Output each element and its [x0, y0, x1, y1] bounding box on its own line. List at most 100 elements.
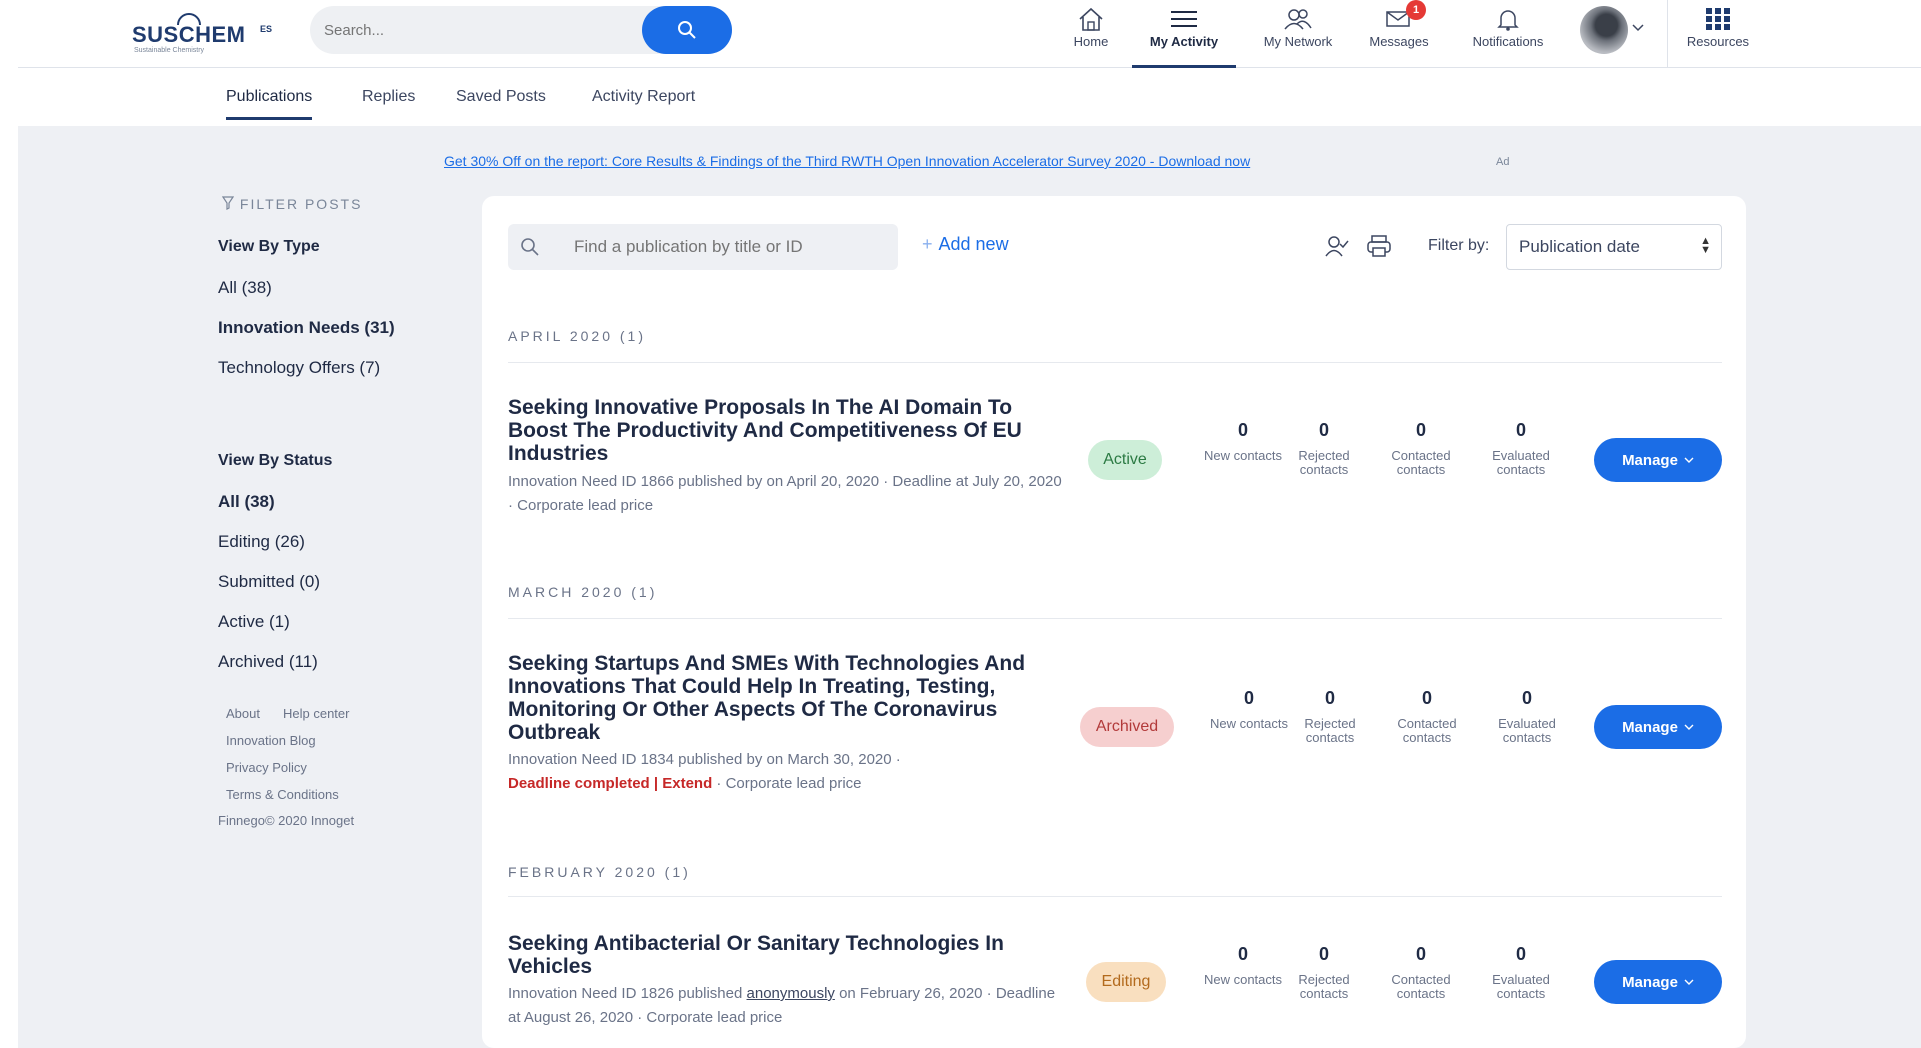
add-new-button[interactable]: + Add new: [922, 234, 1009, 255]
manage-button[interactable]: Manage: [1594, 438, 1722, 482]
stat-new-contacts[interactable]: 0 New contacts: [1198, 944, 1288, 987]
filter-status-submitted[interactable]: Submitted (0): [218, 572, 320, 592]
stat-label: New contacts: [1209, 716, 1289, 731]
footer-copyright: Finnego© 2020 Innoget: [218, 813, 355, 828]
stat-rejected-contacts[interactable]: 0 Rejected contacts: [1279, 420, 1369, 477]
filter-type-technology-offers[interactable]: Technology Offers (7): [218, 358, 380, 378]
stat-value: 0: [1521, 688, 1532, 708]
stat-evaluated-contacts[interactable]: 0 Evaluated contacts: [1482, 688, 1572, 745]
nav-my-network-label: My Network: [1263, 34, 1333, 49]
filter-status-archived[interactable]: Archived (11): [218, 652, 318, 672]
print-icon[interactable]: [1366, 234, 1392, 258]
list-icon: [1171, 11, 1197, 27]
publication-title[interactable]: Seeking Innovative Proposals In The AI D…: [508, 396, 1068, 465]
filter-type-innovation-needs[interactable]: Innovation Needs (31): [218, 318, 395, 338]
anonymously-link[interactable]: anonymously: [747, 985, 835, 1002]
network-icon: [1284, 9, 1312, 30]
publications-card: +Add new Filter by: Publication date ▲▼ …: [482, 196, 1746, 1048]
stat-label: Contacted contacts: [1397, 716, 1457, 745]
nav-messages-label: Messages: [1369, 34, 1429, 49]
filter-by-value: Publication date: [1519, 237, 1640, 256]
stat-evaluated-contacts[interactable]: 0 Evaluated contacts: [1476, 420, 1566, 477]
stat-label: Evaluated contacts: [1492, 448, 1550, 477]
nav-messages[interactable]: 1 Messages: [1362, 0, 1436, 68]
stat-contacted-contacts[interactable]: 0 Contacted contacts: [1376, 420, 1466, 477]
publication-title[interactable]: Seeking Startups And SMEs With Technolog…: [508, 652, 1068, 744]
stat-value: 0: [1515, 944, 1526, 964]
nav-divider: [1667, 0, 1668, 68]
select-arrows-icon: ▲ ▼: [1700, 235, 1711, 256]
footer-innovation-blog[interactable]: Innovation Blog: [226, 733, 316, 748]
chevron-down-icon[interactable]: [1632, 24, 1644, 32]
filter-type-all[interactable]: All (38): [218, 278, 272, 298]
stat-rejected-contacts[interactable]: 0 Rejected contacts: [1279, 944, 1369, 1001]
filter-by-select[interactable]: Publication date ▲ ▼: [1506, 224, 1722, 270]
filter-status-editing[interactable]: Editing (26): [218, 532, 305, 552]
stat-contacted-contacts[interactable]: 0 Contacted contacts: [1376, 944, 1466, 1001]
promo-link[interactable]: Get 30% Off on the report: Core Results …: [444, 153, 1250, 169]
nav-resources[interactable]: Resources: [1672, 0, 1764, 68]
search-button[interactable]: [642, 6, 732, 54]
footer-terms[interactable]: Terms & Conditions: [226, 787, 339, 802]
nav-home-label: Home: [1073, 34, 1109, 49]
tab-saved-posts[interactable]: Saved Posts: [456, 88, 546, 120]
nav-notifications[interactable]: Notifications: [1458, 0, 1558, 68]
stat-contacted-contacts[interactable]: 0 Contacted contacts: [1382, 688, 1472, 745]
stat-value: 0: [1237, 944, 1248, 964]
stat-value: 0: [1318, 944, 1329, 964]
tab-replies[interactable]: Replies: [362, 88, 415, 120]
stat-new-contacts[interactable]: 0 New contacts: [1204, 688, 1294, 731]
stat-value: 0: [1421, 688, 1432, 708]
filter-icon: [221, 196, 235, 210]
nav-my-activity-label: My Activity: [1149, 34, 1219, 49]
search-icon: [678, 21, 696, 39]
stat-label: Evaluated contacts: [1498, 716, 1556, 745]
filter-posts-label: FILTER POSTS: [239, 196, 363, 212]
stat-value: 0: [1318, 420, 1329, 440]
footer-privacy-policy[interactable]: Privacy Policy: [226, 760, 307, 775]
filter-status-all[interactable]: All (38): [218, 492, 275, 512]
stat-rejected-contacts[interactable]: 0 Rejected contacts: [1285, 688, 1375, 745]
stat-label: Evaluated contacts: [1492, 972, 1550, 1001]
search-icon: [521, 238, 539, 256]
add-new-label: Add new: [938, 234, 1009, 254]
manage-button[interactable]: Manage: [1594, 705, 1722, 749]
chevron-down-icon: [1684, 979, 1694, 985]
manage-button[interactable]: Manage: [1594, 960, 1722, 1004]
publication-title[interactable]: Seeking Antibacterial Or Sanitary Techno…: [508, 932, 1068, 978]
tab-publications[interactable]: Publications: [226, 88, 313, 120]
deadline-completed-extend-link[interactable]: Deadline completed | Extend: [508, 775, 712, 792]
month-header: FEBRUARY 2020 (1): [508, 864, 691, 880]
stat-evaluated-contacts[interactable]: 0 Evaluated contacts: [1476, 944, 1566, 1001]
status-badge: Active: [1088, 440, 1162, 480]
top-navbar: SUSCHEM ES Sustainable Chemistry Home My…: [18, 0, 1921, 68]
footer-about[interactable]: About: [226, 706, 260, 721]
tab-activity-report[interactable]: Activity Report: [592, 88, 695, 120]
logo-suffix: ES: [260, 24, 273, 34]
stat-new-contacts[interactable]: 0 New contacts: [1198, 420, 1288, 463]
messages-icon-wrap: 1: [1382, 0, 1426, 32]
status-badge: Editing: [1086, 962, 1166, 1002]
avatar[interactable]: [1580, 6, 1628, 54]
stat-value: 0: [1324, 688, 1335, 708]
footer-help-center[interactable]: Help center: [283, 706, 349, 721]
logo[interactable]: SUSCHEM ES Sustainable Chemistry: [132, 8, 280, 60]
logo-text: SUSCHEM: [132, 22, 246, 47]
bell-icon: [1497, 10, 1519, 31]
month-header: MARCH 2020 (1): [508, 584, 658, 600]
stat-value: 0: [1415, 420, 1426, 440]
view-by-type-title: View By Type: [218, 238, 320, 255]
nav-home[interactable]: Home: [1064, 0, 1118, 68]
nav-my-activity[interactable]: My Activity: [1132, 0, 1236, 68]
nav-my-network[interactable]: My Network: [1250, 0, 1346, 68]
global-search-input[interactable]: [324, 18, 624, 42]
publication-meta-text: Innovation Need ID 1834 published by on …: [508, 751, 901, 768]
filter-status-active[interactable]: Active (1): [218, 612, 290, 632]
stat-label: Rejected contacts: [1298, 448, 1350, 477]
manage-label: Manage: [1622, 973, 1678, 991]
stat-value: 0: [1515, 420, 1526, 440]
manage-label: Manage: [1622, 451, 1678, 469]
stat-value: 0: [1415, 944, 1426, 964]
contacts-icon[interactable]: [1324, 234, 1350, 258]
publication-search-input[interactable]: [574, 235, 884, 259]
